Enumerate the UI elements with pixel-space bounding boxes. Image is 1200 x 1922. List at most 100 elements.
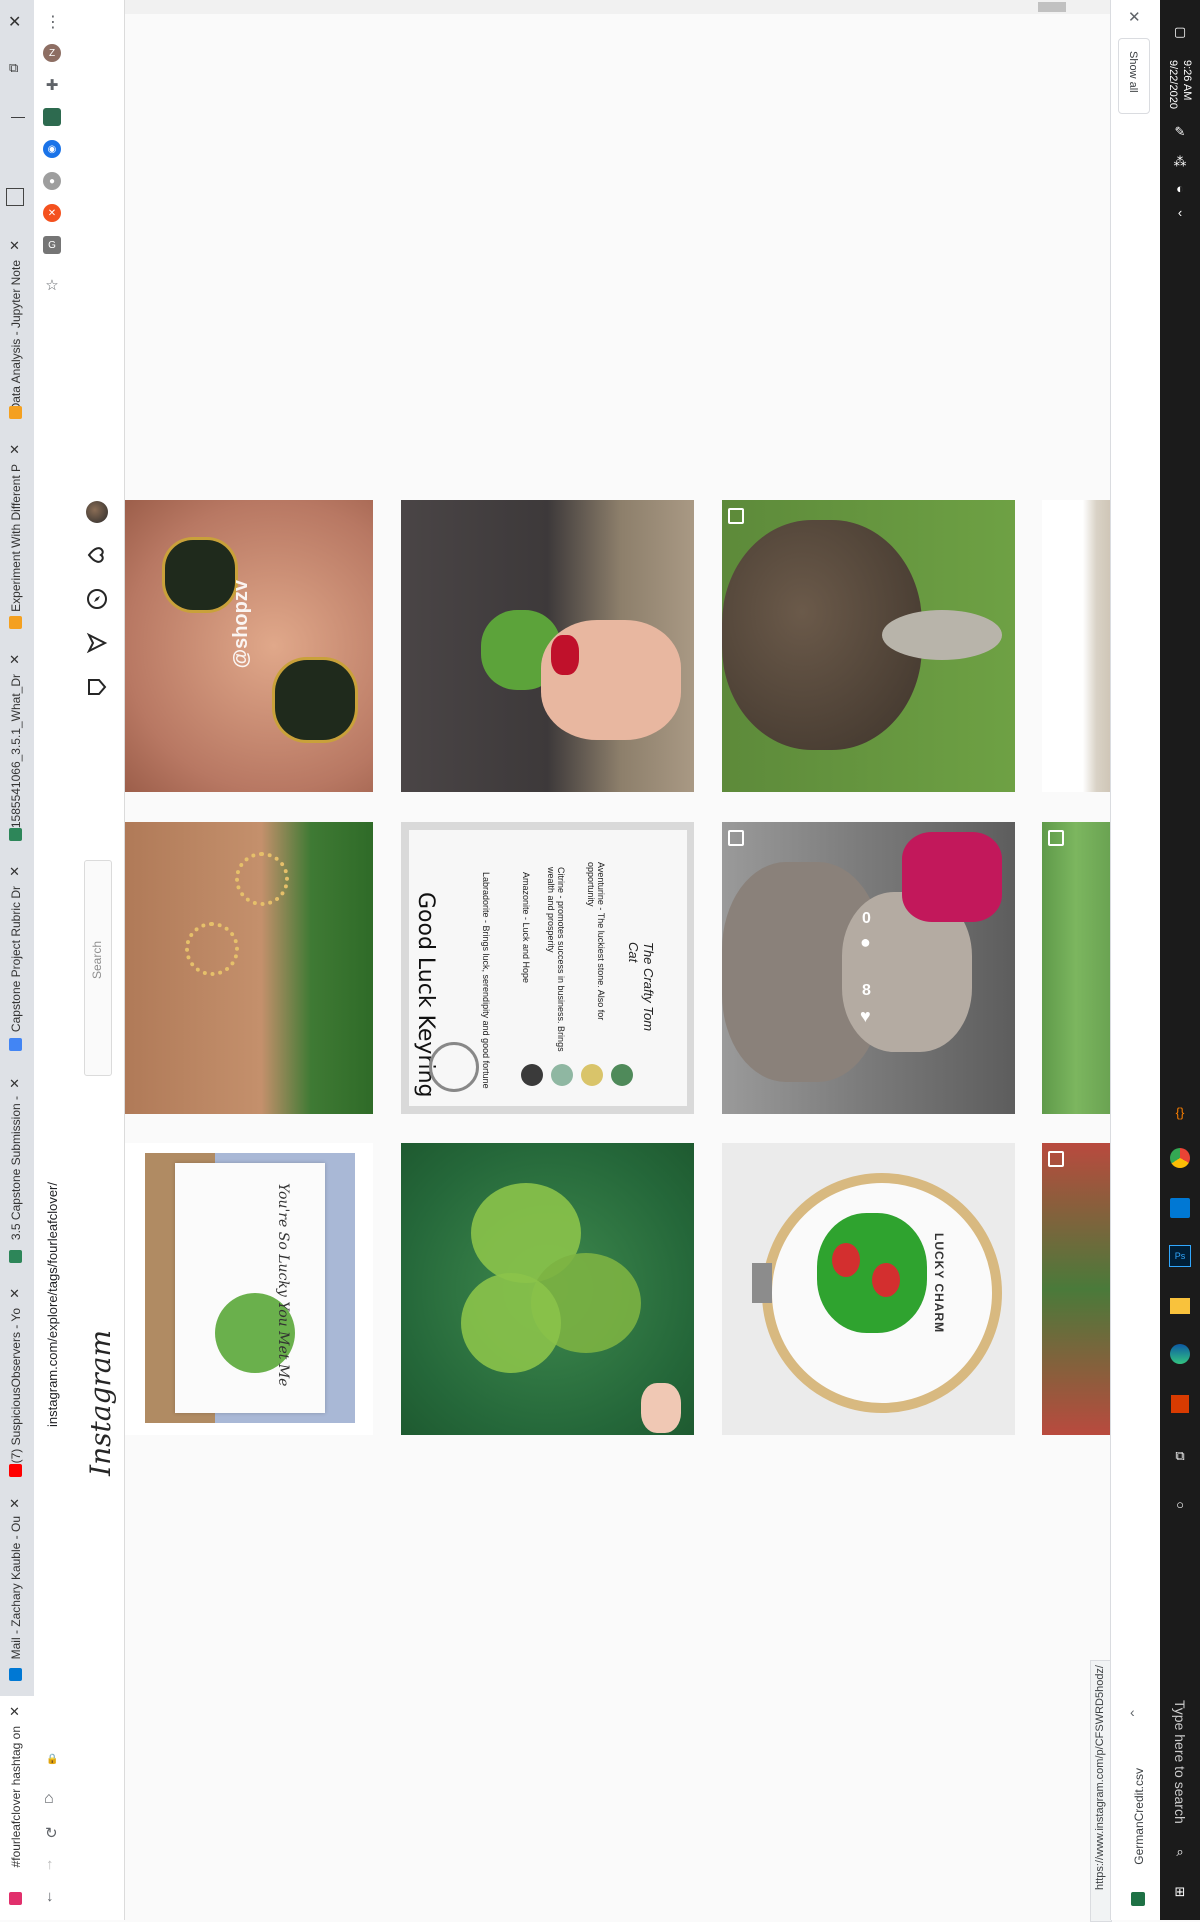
browser-toolbar: ⋮ Z ✚ ◉ ● ✕ G ☆ 🔒 instagram.com/explore/… <box>34 0 71 1920</box>
youtube-favicon-icon <box>9 1464 22 1477</box>
app-brackets-icon[interactable]: {} <box>1168 1100 1192 1124</box>
minimize-window-icon[interactable]: — <box>11 108 25 124</box>
keyring-line-2: Amazonite - Luck and Hope <box>521 872 531 984</box>
card-front-shape <box>175 1163 325 1413</box>
post-clover-held-up[interactable] <box>401 1143 694 1435</box>
post-partial-3[interactable] <box>1042 1143 1110 1435</box>
search-icon[interactable]: ⌕ <box>1168 1840 1192 1864</box>
bookmark-star-icon[interactable]: ☆ <box>43 276 61 294</box>
tab-6[interactable]: ✕ Experiment With Different P <box>0 438 34 638</box>
download-item[interactable]: GermanCredit.csv <box>1122 1750 1156 1915</box>
instagram-logo[interactable]: Instagram <box>84 1330 117 1476</box>
download-chevron-icon[interactable]: ‹ <box>1130 1704 1135 1720</box>
extension-blue-icon[interactable]: ◉ <box>43 140 61 158</box>
taskbar-search-input[interactable]: Type here to search <box>1172 1700 1188 1824</box>
tab-3[interactable]: ✕ 3.5 Capstone Submission - <box>0 1074 34 1274</box>
finger-shape <box>641 1383 681 1433</box>
clock-date: 9/22/2020 <box>1167 60 1179 109</box>
chrome-icon[interactable] <box>1168 1146 1192 1170</box>
edge-icon[interactable] <box>1168 1342 1192 1366</box>
scrollbar-thumb[interactable] <box>1038 2 1066 12</box>
close-downloads-icon[interactable]: ✕ <box>1128 8 1141 26</box>
clover-pendant-shape <box>165 540 235 610</box>
office-icon[interactable] <box>1168 1392 1192 1416</box>
outlook-icon[interactable] <box>1168 1196 1192 1220</box>
volume-icon[interactable]: ◐ <box>1168 176 1192 200</box>
tab-5[interactable]: ✕ 1585541066_3.5.1_What_Dr <box>0 650 34 850</box>
tab-search-icon[interactable] <box>6 188 24 206</box>
csv-file-icon <box>1131 1892 1145 1906</box>
profile-avatar-icon[interactable]: Z <box>43 44 61 62</box>
post-angel-statue[interactable]: ♥ 8 ● 0 <box>722 822 1015 1114</box>
show-all-button[interactable]: Show all <box>1118 38 1150 114</box>
necklace-pendant-shape <box>185 922 239 976</box>
url-text[interactable]: instagram.com/explore/tags/fourleafclove… <box>45 1182 60 1427</box>
tab-title: (7) SuspiciousObservers - Yo <box>9 1308 23 1464</box>
close-icon[interactable]: ✕ <box>9 1496 20 1512</box>
close-icon[interactable]: ✕ <box>9 238 20 254</box>
post-lucky-card[interactable]: You're So Lucky You Met Me <box>125 1143 373 1435</box>
like-heart-icon: ♥ <box>860 1006 871 1026</box>
tab-2[interactable]: ✕ (7) SuspiciousObservers - Yo <box>0 1286 34 1486</box>
explore-compass-icon[interactable] <box>86 588 108 610</box>
post-ladybug-cross-stitch[interactable]: LUCKY CHARM <box>722 1143 1015 1435</box>
download-filename: GermanCredit.csv <box>1132 1768 1146 1865</box>
post-clover-necklace[interactable]: @shopzv <box>125 500 373 792</box>
close-icon[interactable]: ✕ <box>9 652 20 668</box>
tab-1[interactable]: ✕ Mail - Zachary Kauble - Ou <box>0 1496 34 1681</box>
ladybug-icon <box>872 1263 900 1297</box>
clock[interactable]: 9:26 AM 9/22/2020 <box>1166 60 1194 109</box>
close-icon[interactable]: ✕ <box>9 1704 20 1720</box>
restore-window-icon[interactable]: ⧉ <box>9 60 18 76</box>
post-partial-1[interactable] <box>1042 500 1110 792</box>
tab-strip: ✕ ⧉ — ✕ Data Analysis - Jupyter Note ✕ E… <box>0 0 35 1920</box>
file-explorer-icon[interactable] <box>1168 1294 1192 1318</box>
direct-message-icon[interactable] <box>86 632 108 654</box>
task-view-icon[interactable]: ⧉ <box>1168 1444 1192 1468</box>
close-icon[interactable]: ✕ <box>9 1286 20 1302</box>
downloads-bar <box>1110 0 1161 1920</box>
reload-icon[interactable]: ↻ <box>45 1824 58 1842</box>
activity-heart-icon[interactable] <box>86 544 108 566</box>
tab-7[interactable]: ✕ Data Analysis - Jupyter Note <box>0 230 34 430</box>
extension-gray-circle-icon[interactable]: ● <box>43 172 61 190</box>
extension-orange-icon[interactable]: ✕ <box>43 204 61 222</box>
windows-taskbar: ▢ 9:26 AM 9/22/2020 ✎ ⁂ ◐ ‹ {} Ps ⧉ ○ Ty… <box>1160 0 1200 1920</box>
status-bar: https://www.instagram.com/p/CFSWRD5hodz/ <box>1090 1660 1112 1922</box>
horizontal-scrollbar[interactable] <box>74 0 1110 14</box>
brand-logo-text: The Crafty Tom Cat <box>626 942 656 1032</box>
extensions-puzzle-icon[interactable]: ✚ <box>43 76 61 94</box>
notification-icon[interactable]: ▢ <box>1168 20 1192 44</box>
home-icon[interactable] <box>86 676 108 698</box>
windows-start-icon[interactable]: ⊞ <box>1168 1880 1192 1904</box>
close-icon[interactable]: ✕ <box>9 1076 20 1092</box>
post-good-luck-keyring[interactable]: Good Luck Keyring Labradorite - Brings l… <box>401 822 694 1114</box>
menu-icon[interactable]: ⋮ <box>45 12 61 32</box>
tab-4[interactable]: ✕ Capstone Project Rubric Dr <box>0 862 34 1062</box>
close-icon[interactable]: ✕ <box>9 864 20 880</box>
photoshop-icon[interactable]: Ps <box>1168 1244 1192 1268</box>
bead-shape <box>611 1064 633 1086</box>
home-icon[interactable]: ⌂ <box>44 1790 54 1808</box>
post-bunny[interactable] <box>722 500 1015 792</box>
post-partial-2[interactable] <box>1042 822 1110 1114</box>
pen-icon[interactable]: ✎ <box>1168 120 1192 144</box>
network-icon[interactable]: ⁂ <box>1168 150 1192 174</box>
keyring-line-1: Labradorite - Brings luck, serendipity a… <box>481 872 491 1089</box>
search-input[interactable]: Search <box>84 860 112 1076</box>
close-window-icon[interactable]: ✕ <box>8 12 21 32</box>
forward-icon[interactable]: ↑ <box>46 1856 54 1873</box>
extension-chart-icon[interactable] <box>43 108 61 126</box>
profile-avatar[interactable] <box>86 501 108 523</box>
search-placeholder: Search <box>90 941 104 980</box>
back-icon[interactable]: ↓ <box>46 1888 54 1905</box>
jupyter-favicon-icon <box>9 616 22 629</box>
cortana-icon[interactable]: ○ <box>1168 1492 1192 1516</box>
post-clover-in-hand[interactable] <box>401 500 694 792</box>
close-icon[interactable]: ✕ <box>9 442 20 458</box>
post-flower-necklace[interactable] <box>125 822 373 1114</box>
tab-0[interactable]: ✕ #fourleafclover hashtag on <box>0 1696 34 1920</box>
lock-icon: 🔒 <box>46 1754 59 1765</box>
extension-g-icon[interactable]: G <box>43 236 61 254</box>
show-hidden-icons-icon[interactable]: ‹ <box>1168 200 1192 224</box>
